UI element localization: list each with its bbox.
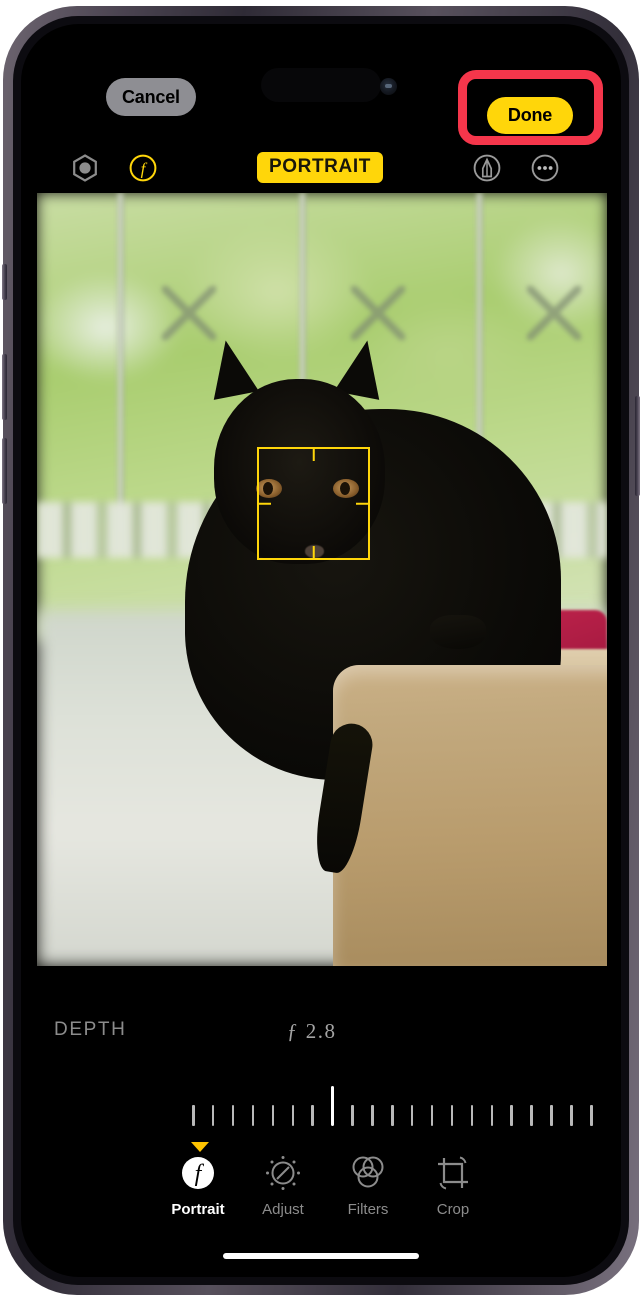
f-stop-icon[interactable]: f [127,152,159,184]
depth-slider-tick [351,1105,354,1126]
depth-slider-tick [530,1105,533,1126]
phone-bezel: Cancel Done f PORTRAIT DEPTH ƒ 2.8 f Por… [13,16,629,1285]
volume-down-button[interactable] [2,438,7,504]
photo-preview[interactable] [37,193,607,966]
cat-bed [333,664,607,966]
depth-slider-tick [410,1105,414,1126]
phone-frame: Cancel Done f PORTRAIT DEPTH ƒ 2.8 f Por… [2,6,640,1295]
photo-image [37,193,607,966]
portrait-lighting-icon[interactable] [69,152,101,184]
depth-slider-tick [470,1105,474,1126]
reticle-tick-left [258,502,271,505]
adjust-dial-icon [262,1150,304,1196]
depth-slider-tick [231,1105,235,1126]
portrait-f-icon: f [177,1150,219,1196]
depth-slider-tick [371,1105,374,1126]
silence-switch[interactable] [2,264,7,300]
depth-slider-tick [271,1105,275,1126]
phone-screen: Cancel Done f PORTRAIT DEPTH ƒ 2.8 f Por… [21,24,621,1277]
filters-circles-icon [347,1150,389,1196]
depth-slider-tick [291,1105,294,1126]
depth-slider-tick [590,1105,593,1126]
depth-value: ƒ 2.8 [287,1019,337,1043]
depth-slider-tick [450,1105,454,1126]
reticle-tick-right [356,502,369,505]
depth-slider-tick [391,1105,394,1126]
edit-mode-tab-bar: f Portrait Adjust Filters Crop [21,1142,621,1238]
railing-ornament [527,285,582,340]
reticle-tick-top [312,448,315,461]
done-button-label: Done [507,105,553,125]
tab-adjust-label: Adjust [262,1201,304,1218]
depth-slider-tick [490,1105,493,1126]
svg-text:f: f [141,160,148,179]
editor-tool-row: f PORTRAIT [21,148,621,192]
markup-pen-icon[interactable] [471,152,503,184]
done-button[interactable]: Done [487,97,573,134]
depth-slider-tick [570,1105,573,1126]
cancel-button[interactable]: Cancel [106,78,196,116]
tab-crop-label: Crop [436,1201,470,1218]
portrait-mode-badge[interactable]: PORTRAIT [257,152,383,183]
railing-ornament [162,285,217,340]
power-button[interactable] [635,396,640,496]
railing-ornament [350,285,405,340]
reticle-tick-bottom [312,546,315,559]
depth-readout: DEPTH ƒ 2.8 [21,1019,621,1051]
tab-crop[interactable]: Crop [398,1150,508,1238]
depth-slider-tick [192,1105,195,1126]
depth-slider-tick [211,1105,215,1126]
face-detection-reticle [257,447,370,560]
crop-rotate-icon [432,1150,474,1196]
editor-top-bar: Cancel Done [21,70,621,145]
depth-slider-indicator[interactable] [331,1086,335,1126]
cat-paw [430,615,487,650]
home-indicator[interactable] [223,1253,419,1259]
depth-slider-tick [510,1105,513,1126]
depth-slider-tick [311,1105,314,1126]
depth-slider[interactable] [21,1084,621,1130]
depth-slider-tick [550,1105,553,1126]
tab-filters-label: Filters [347,1201,389,1218]
railing-bar [116,193,124,534]
depth-slider-tick [430,1105,434,1126]
more-options-icon[interactable] [529,152,561,184]
volume-up-button[interactable] [2,354,7,420]
depth-label: DEPTH [54,1019,127,1040]
cancel-button-label: Cancel [122,86,180,107]
tab-portrait-label: Portrait [171,1201,225,1218]
portrait-badge-label: PORTRAIT [269,156,371,177]
depth-slider-tick [251,1105,255,1126]
